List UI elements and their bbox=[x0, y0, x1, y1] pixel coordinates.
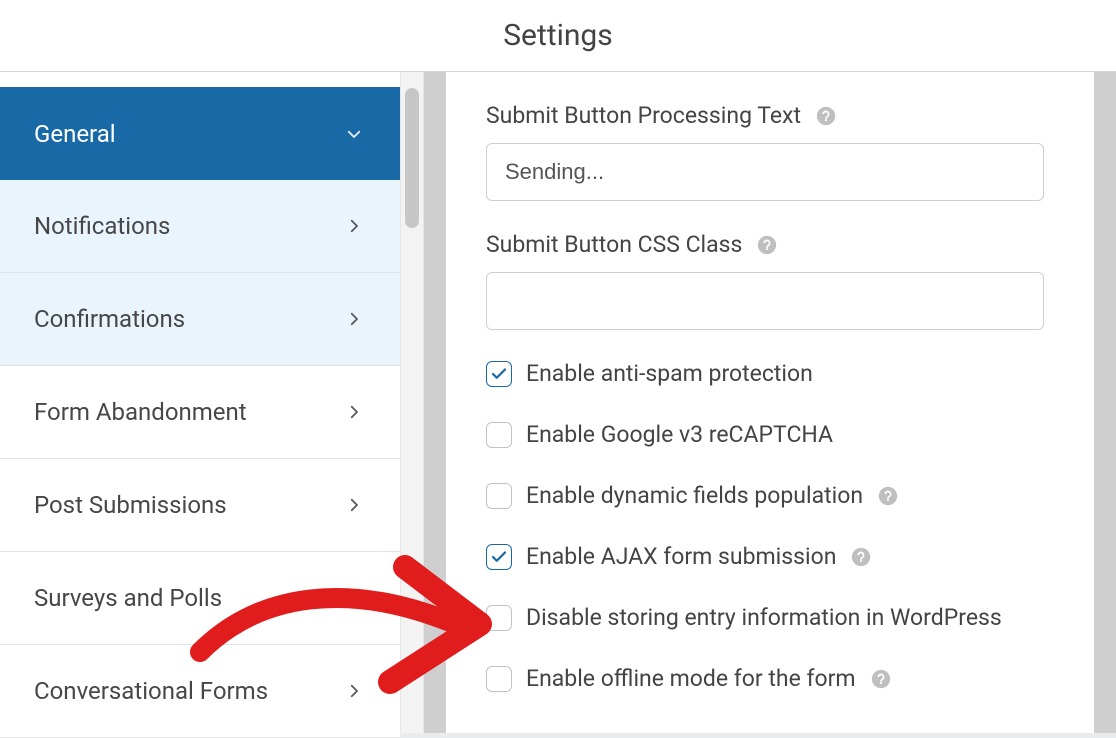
settings-content: Submit Button Processing Text Submit But… bbox=[446, 72, 1094, 733]
sidebar-item-label: Conversational Forms bbox=[34, 677, 342, 705]
sidebar-nav-list: General Notifications Confirmations Form… bbox=[0, 87, 400, 738]
sidebar-item-label: Surveys and Polls bbox=[34, 584, 366, 612]
submit-css-class-input[interactable] bbox=[486, 272, 1044, 330]
checkbox-offline-mode[interactable]: Enable offline mode for the form bbox=[486, 665, 1054, 692]
checkbox-dynamic-fields[interactable]: Enable dynamic fields population bbox=[486, 482, 1054, 509]
check-icon bbox=[490, 365, 508, 383]
content-divider-left bbox=[424, 72, 446, 733]
field-submit-processing-text: Submit Button Processing Text bbox=[486, 102, 1054, 201]
sidebar-item-general[interactable]: General bbox=[0, 87, 400, 180]
checkbox-ajax-submission[interactable]: Enable AJAX form submission bbox=[486, 543, 1054, 570]
sidebar-item-label: Form Abandonment bbox=[34, 398, 342, 426]
check-icon bbox=[490, 548, 508, 566]
sidebar-item-confirmations[interactable]: Confirmations bbox=[0, 273, 400, 366]
help-icon[interactable] bbox=[756, 234, 778, 256]
sidebar-item-label: Notifications bbox=[34, 212, 342, 240]
checkbox-input[interactable] bbox=[486, 361, 512, 387]
checkbox-label: Enable offline mode for the form bbox=[526, 665, 856, 692]
sidebar-item-conversational-forms[interactable]: Conversational Forms bbox=[0, 645, 400, 738]
sidebar-scrollbar-track[interactable] bbox=[400, 72, 424, 733]
field-label: Submit Button Processing Text bbox=[486, 102, 801, 129]
checkbox-label: Enable dynamic fields population bbox=[526, 482, 863, 509]
field-label-row: Submit Button Processing Text bbox=[486, 102, 1054, 129]
field-submit-css-class: Submit Button CSS Class bbox=[486, 231, 1054, 330]
sidebar-item-post-submissions[interactable]: Post Submissions bbox=[0, 459, 400, 552]
sidebar-item-notifications[interactable]: Notifications bbox=[0, 180, 400, 273]
sidebar-item-surveys-polls[interactable]: Surveys and Polls bbox=[0, 552, 400, 645]
checkbox-recaptcha[interactable]: Enable Google v3 reCAPTCHA bbox=[486, 421, 1054, 448]
sidebar-item-label: General bbox=[34, 120, 342, 148]
sidebar-item-form-abandonment[interactable]: Form Abandonment bbox=[0, 366, 400, 459]
help-icon[interactable] bbox=[850, 546, 872, 568]
chevron-right-icon bbox=[342, 679, 366, 703]
field-label: Submit Button CSS Class bbox=[486, 231, 742, 258]
checkbox-label: Enable Google v3 reCAPTCHA bbox=[526, 421, 833, 448]
chevron-down-icon bbox=[342, 122, 366, 146]
checkbox-label: Disable storing entry information in Wor… bbox=[526, 604, 1002, 631]
help-icon[interactable] bbox=[877, 485, 899, 507]
page-title: Settings bbox=[503, 18, 613, 53]
help-icon[interactable] bbox=[815, 105, 837, 127]
checkbox-input[interactable] bbox=[486, 605, 512, 631]
submit-processing-text-input[interactable] bbox=[486, 143, 1044, 201]
checkbox-label: Enable anti-spam protection bbox=[526, 360, 813, 387]
checkbox-input[interactable] bbox=[486, 422, 512, 448]
field-label-row: Submit Button CSS Class bbox=[486, 231, 1054, 258]
checkbox-anti-spam[interactable]: Enable anti-spam protection bbox=[486, 360, 1054, 387]
content-divider-right bbox=[1094, 72, 1116, 733]
chevron-right-icon bbox=[342, 307, 366, 331]
checkbox-disable-storing[interactable]: Disable storing entry information in Wor… bbox=[486, 604, 1054, 631]
checkbox-input[interactable] bbox=[486, 666, 512, 692]
settings-header: Settings bbox=[0, 0, 1116, 72]
workspace: General Notifications Confirmations Form… bbox=[0, 72, 1116, 733]
settings-sidebar-wrap: General Notifications Confirmations Form… bbox=[0, 72, 424, 733]
chevron-right-icon bbox=[342, 400, 366, 424]
checkbox-input[interactable] bbox=[486, 483, 512, 509]
chevron-right-icon bbox=[342, 214, 366, 238]
chevron-right-icon bbox=[342, 493, 366, 517]
sidebar-scrollbar-thumb[interactable] bbox=[405, 88, 419, 228]
checkbox-input[interactable] bbox=[486, 544, 512, 570]
sidebar-item-label: Post Submissions bbox=[34, 491, 342, 519]
settings-sidebar: General Notifications Confirmations Form… bbox=[0, 72, 400, 733]
help-icon[interactable] bbox=[870, 668, 892, 690]
sidebar-item-label: Confirmations bbox=[34, 305, 342, 333]
checkbox-label: Enable AJAX form submission bbox=[526, 543, 836, 570]
